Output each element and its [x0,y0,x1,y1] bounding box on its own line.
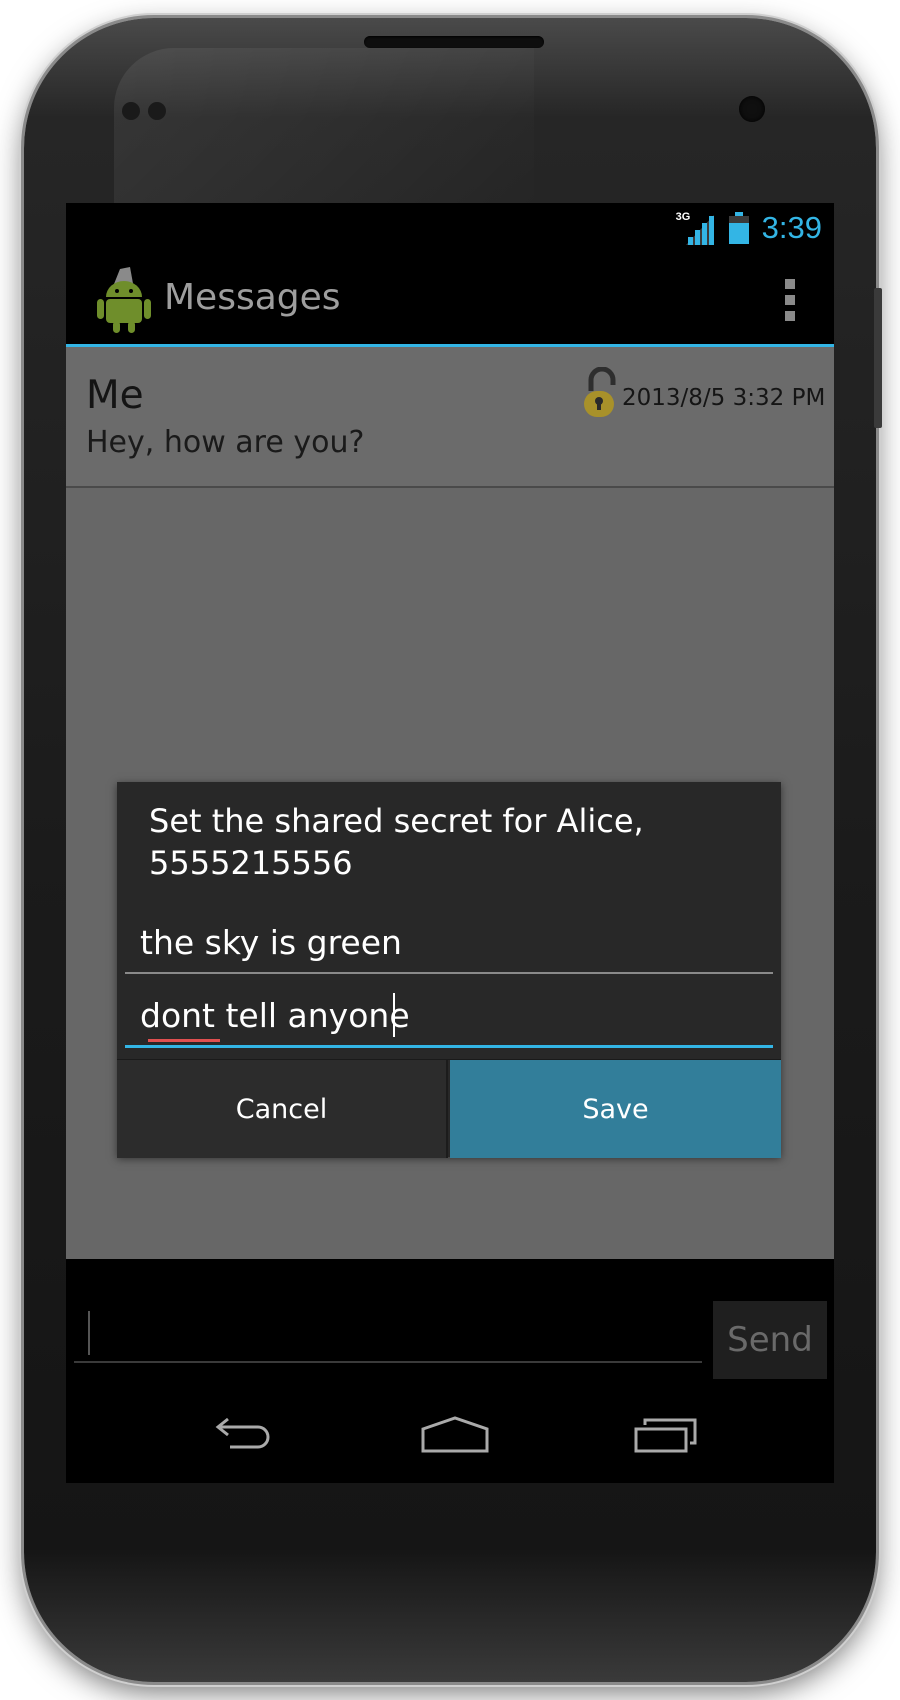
proximity-sensors [122,102,182,120]
action-bar: Messages [66,253,834,347]
home-icon[interactable] [405,1405,505,1465]
navigation-bar [66,1383,834,1483]
message-body: Hey, how are you? [86,425,365,460]
back-icon[interactable] [194,1405,294,1465]
message-sender: Me [86,373,144,418]
dialog-title-line1: Set the shared secret for Alice, [149,802,644,840]
dialog-button-row: Cancel Save [117,1059,781,1158]
battery-icon [728,211,750,245]
message-item[interactable]: Me Hey, how are you? 2013/8/5 3:32 PM [66,347,834,488]
secret-answer-field[interactable] [125,985,773,1048]
compose-cursor [88,1311,90,1355]
status-icons: 3G 3:39 [676,210,822,246]
network-type-label: 3G [675,211,691,223]
dialog-title: Set the shared secret for Alice, 5555215… [149,800,709,884]
cancel-button[interactable]: Cancel [117,1060,448,1158]
secret-question-input[interactable] [125,912,773,972]
spellcheck-underline [148,1039,220,1042]
conversation-area: Me Hey, how are you? 2013/8/5 3:32 PM Se… [66,347,834,1259]
save-button[interactable]: Save [450,1060,781,1158]
power-button [874,288,882,428]
unlocked-padlock-icon [582,366,622,419]
status-clock: 3:39 [761,210,822,245]
compose-bar: Send [66,1259,834,1383]
device-screen: 3G 3:39 Messages Me Hey, how are you? 20… [66,203,834,1483]
signal-3g-icon: 3G [676,211,716,245]
front-camera-icon [739,96,765,122]
android-robot-icon[interactable] [96,267,152,333]
send-button[interactable]: Send [713,1301,827,1379]
secret-question-field[interactable] [125,912,773,974]
phone-gloss [114,48,534,218]
earpiece-speaker [364,36,544,48]
recent-apps-icon[interactable] [616,1405,716,1465]
dialog-title-line2: 5555215556 [149,844,353,882]
compose-input[interactable] [74,1297,702,1363]
status-bar: 3G 3:39 [66,203,834,253]
secret-answer-input[interactable] [125,985,773,1045]
text-cursor [393,993,395,1037]
shared-secret-dialog: Set the shared secret for Alice, 5555215… [117,782,781,1158]
app-title: Messages [164,277,341,318]
overflow-menu-icon[interactable] [766,271,814,329]
message-timestamp: 2013/8/5 3:32 PM [622,385,826,411]
